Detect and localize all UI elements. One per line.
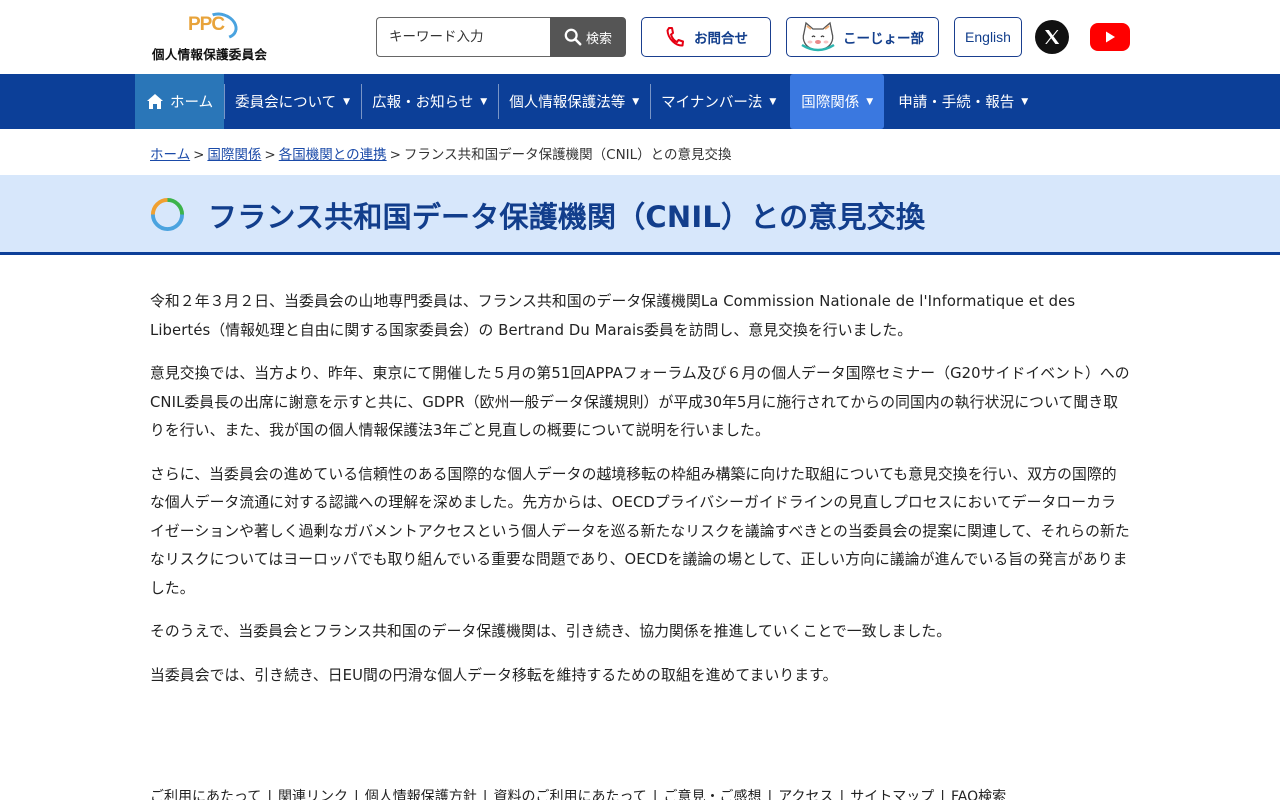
- article-paragraph: そのうえで、当委員会とフランス共和国のデータ保護機関は、引き続き、協力関係を推進…: [150, 623, 952, 640]
- nav-item-label: ホーム: [170, 95, 214, 111]
- title-ring-icon: [150, 197, 185, 232]
- breadcrumb-link-international[interactable]: 国際関係: [207, 147, 261, 163]
- breadcrumb-separator: >: [264, 147, 276, 163]
- ppc-logo-mark: PPC: [184, 7, 242, 45]
- x-twitter-icon[interactable]: [1035, 20, 1069, 54]
- nav-item-label: 国際関係: [801, 95, 860, 111]
- nav-item-label: 個人情報保護法等: [509, 95, 626, 111]
- home-icon: [147, 94, 163, 109]
- footer-separator: |: [482, 789, 488, 800]
- youtube-icon[interactable]: [1090, 23, 1130, 51]
- article-paragraph: 当委員会では、引き続き、日EU間の円滑な個人データ移転を維持するための取組を進め…: [150, 666, 838, 684]
- global-nav: ホーム 委員会について ▼ 広報・お知らせ ▼ 個人情報保護法等 ▼ マイナンバー法 ▼…: [0, 74, 1280, 129]
- cat-mascot-icon: [801, 21, 835, 52]
- footer-separator: |: [767, 789, 773, 800]
- footer-link-faq[interactable]: FAQ検索: [951, 789, 1006, 800]
- logo-text: 個人情報保護委員会: [152, 47, 268, 62]
- footer-separator: |: [652, 789, 658, 800]
- breadcrumb: ホーム > 国際関係 > 各国機関との連携 > フランス共和国データ保護機関（CNIL）との…: [150, 143, 732, 163]
- nav-item-mynumber[interactable]: マイナンバー法 ▼: [650, 74, 787, 129]
- footer-separator: |: [839, 789, 845, 800]
- nav-item-label: マイナンバー法: [661, 95, 763, 111]
- caret-down-icon: ▼: [769, 96, 777, 107]
- breadcrumb-separator: >: [193, 147, 205, 163]
- footer-link-materials[interactable]: 資料のご利用にあたって: [493, 789, 646, 800]
- article-paragraph: 令和２年３月２日、当委員会の山地専門委員は、フランス共和国のデータ保護機関La …: [150, 293, 1076, 339]
- site-header: PPC 個人情報保護委員会 検索 お問合せ こーじょー部 English: [0, 0, 1280, 74]
- nav-item-privacy-law[interactable]: 個人情報保護法等 ▼: [498, 74, 650, 129]
- search-icon: [564, 28, 582, 46]
- contact-button[interactable]: お問合せ: [641, 17, 771, 57]
- nav-item-label: 申請・手続・報告: [898, 95, 1015, 111]
- nav-item-applications[interactable]: 申請・手続・報告 ▼: [887, 74, 1039, 129]
- caret-down-icon: ▼: [1021, 96, 1029, 107]
- footer-separator: |: [940, 789, 945, 800]
- nav-item-news[interactable]: 広報・お知らせ ▼: [361, 74, 498, 129]
- phone-icon: [666, 27, 684, 47]
- english-button[interactable]: English: [954, 17, 1022, 57]
- search-form: 検索: [376, 17, 626, 57]
- nav-item-international[interactable]: 国際関係 ▼: [790, 74, 885, 129]
- title-band: フランス共和国データ保護機関（CNIL）との意見交換: [0, 175, 1280, 255]
- article-body: 令和２年３月２日、当委員会の山地専門委員は、フランス共和国のデータ保護機関La …: [150, 288, 1130, 705]
- article-paragraph: 意見交換では、当方より、昨年、東京にて開催した５月の第51回APPAフォーラム及…: [150, 365, 1130, 439]
- footer-separator: |: [354, 789, 359, 800]
- footer-link-related[interactable]: 関連リンク: [278, 789, 348, 800]
- nav-item-label: 委員会について: [235, 95, 337, 111]
- search-input[interactable]: [376, 17, 552, 57]
- footer-link-access[interactable]: アクセス: [778, 789, 833, 800]
- footer-link-feedback[interactable]: ご意見・ご感想: [664, 789, 762, 800]
- article-paragraph: さらに、当委員会の進めている信頼性のある国際的な個人データの越境移転の枠組み構築…: [150, 465, 1130, 597]
- nav-item-about[interactable]: 委員会について ▼: [224, 74, 361, 129]
- caret-down-icon: ▼: [343, 96, 351, 107]
- footer-link-sitemap[interactable]: サイトマップ: [850, 789, 934, 800]
- footer-links: ご利用にあたって | 関連リンク | 個人情報保護方針 | 資料のご利用にあたって | ご意見・…: [150, 786, 1006, 800]
- footer-separator: |: [267, 789, 273, 800]
- nav-item-home[interactable]: ホーム: [135, 74, 225, 129]
- kojo-club-button[interactable]: こーじょー部: [786, 17, 939, 57]
- caret-down-icon: ▼: [866, 96, 874, 107]
- breadcrumb-separator: >: [389, 147, 401, 163]
- breadcrumb-link-home[interactable]: ホーム: [150, 147, 190, 163]
- page-title: フランス共和国データ保護機関（CNIL）との意見交換: [208, 200, 926, 234]
- ppc-logo[interactable]: PPC 個人情報保護委員会: [152, 7, 276, 62]
- breadcrumb-current: フランス共和国データ保護機関（CNIL）との意見交換: [403, 147, 732, 163]
- footer-link-terms[interactable]: ご利用にあたって: [150, 789, 261, 800]
- breadcrumb-link-cooperation[interactable]: 各国機関との連携: [279, 147, 387, 163]
- caret-down-icon: ▼: [632, 96, 640, 107]
- search-button[interactable]: 検索: [550, 17, 626, 57]
- footer-link-privacy-policy[interactable]: 個人情報保護方針: [365, 789, 477, 800]
- caret-down-icon: ▼: [480, 96, 488, 107]
- kojo-club-label: こーじょー部: [843, 31, 924, 47]
- nav-item-label: 広報・お知らせ: [372, 95, 474, 111]
- contact-label: お問合せ: [694, 31, 748, 47]
- search-button-label: 検索: [585, 30, 612, 46]
